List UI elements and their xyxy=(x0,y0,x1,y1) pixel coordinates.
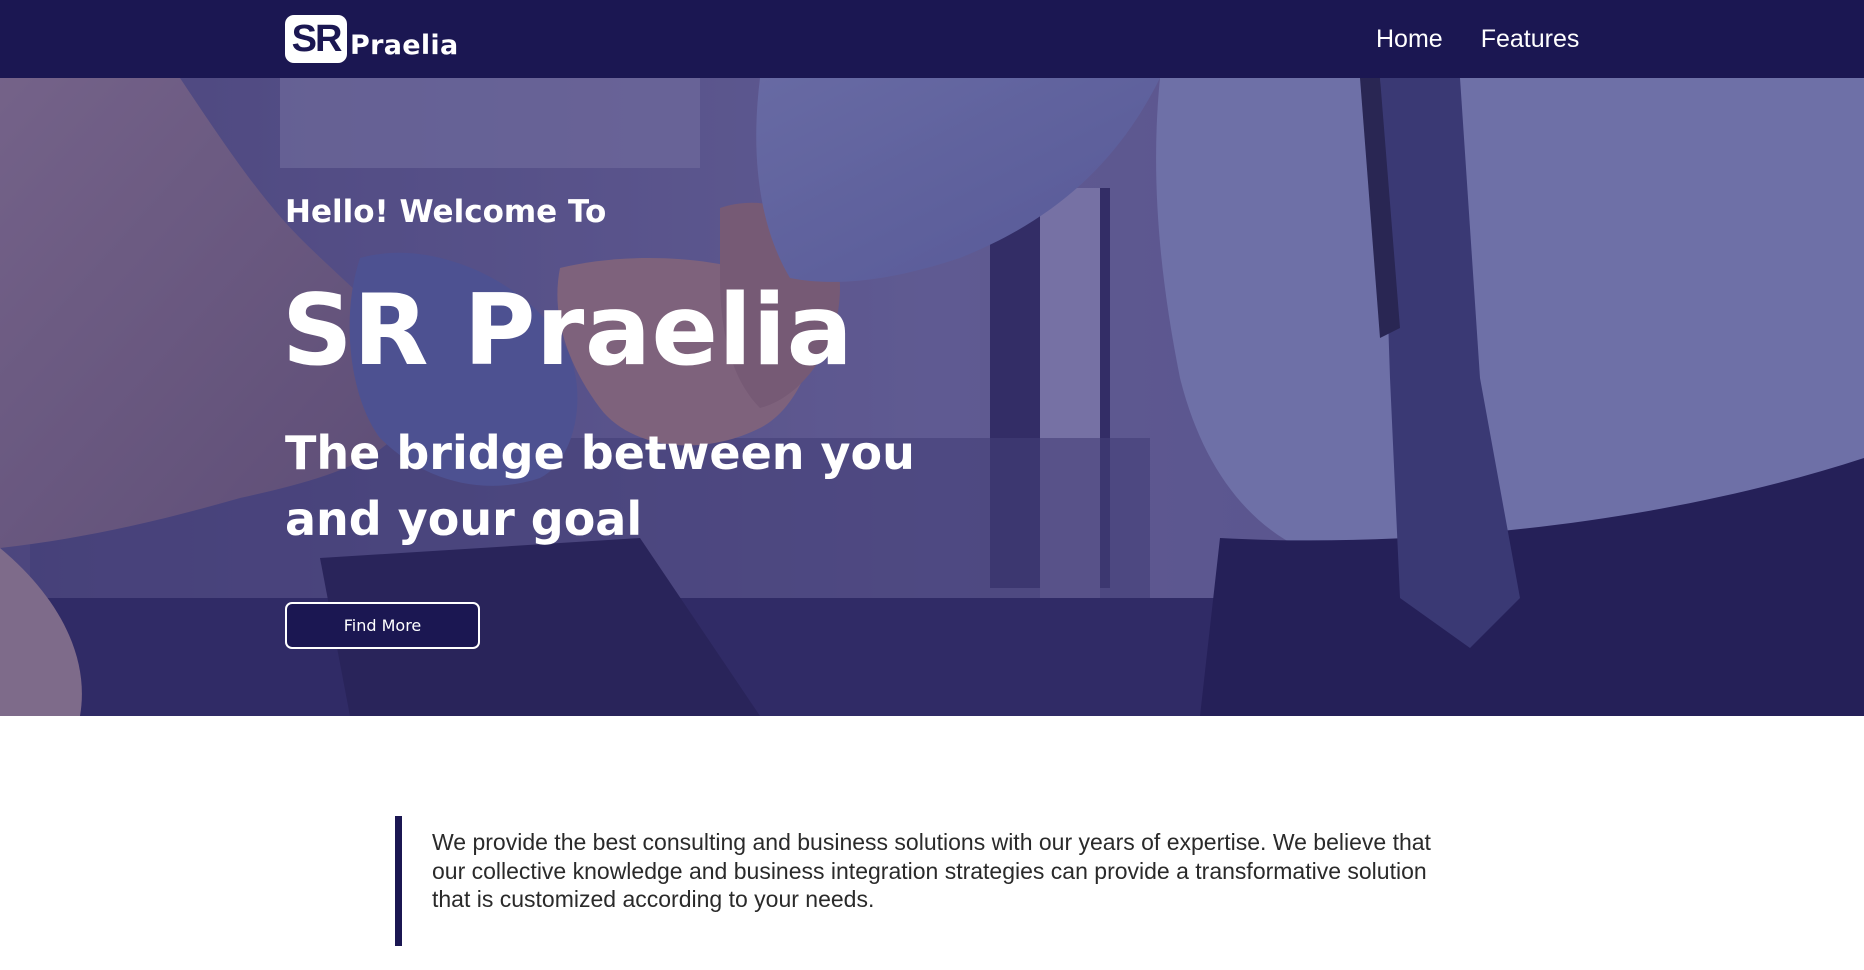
logo-wordmark: Praelia xyxy=(350,29,459,61)
intro-text: We provide the best consulting and busin… xyxy=(432,829,1431,912)
top-navbar: SR Praelia Home Features xyxy=(0,0,1864,78)
intro-blockquote: We provide the best consulting and busin… xyxy=(395,816,1455,946)
find-more-button[interactable]: Find More xyxy=(285,602,480,649)
hero-title: SR Praelia xyxy=(282,274,854,388)
hero-greeting: Hello! Welcome To xyxy=(285,194,607,230)
hero-subtitle: The bridge between you and your goal xyxy=(285,426,915,546)
hero-overlay xyxy=(0,78,1864,716)
hero-section: Hello! Welcome To SR Praelia The bridge … xyxy=(0,78,1864,716)
main-nav: Home Features xyxy=(1376,24,1579,54)
brand-logo[interactable]: SR Praelia xyxy=(285,15,458,63)
nav-link-home[interactable]: Home xyxy=(1376,24,1443,54)
nav-link-features[interactable]: Features xyxy=(1481,24,1580,54)
logo-mark: SR xyxy=(285,15,347,63)
